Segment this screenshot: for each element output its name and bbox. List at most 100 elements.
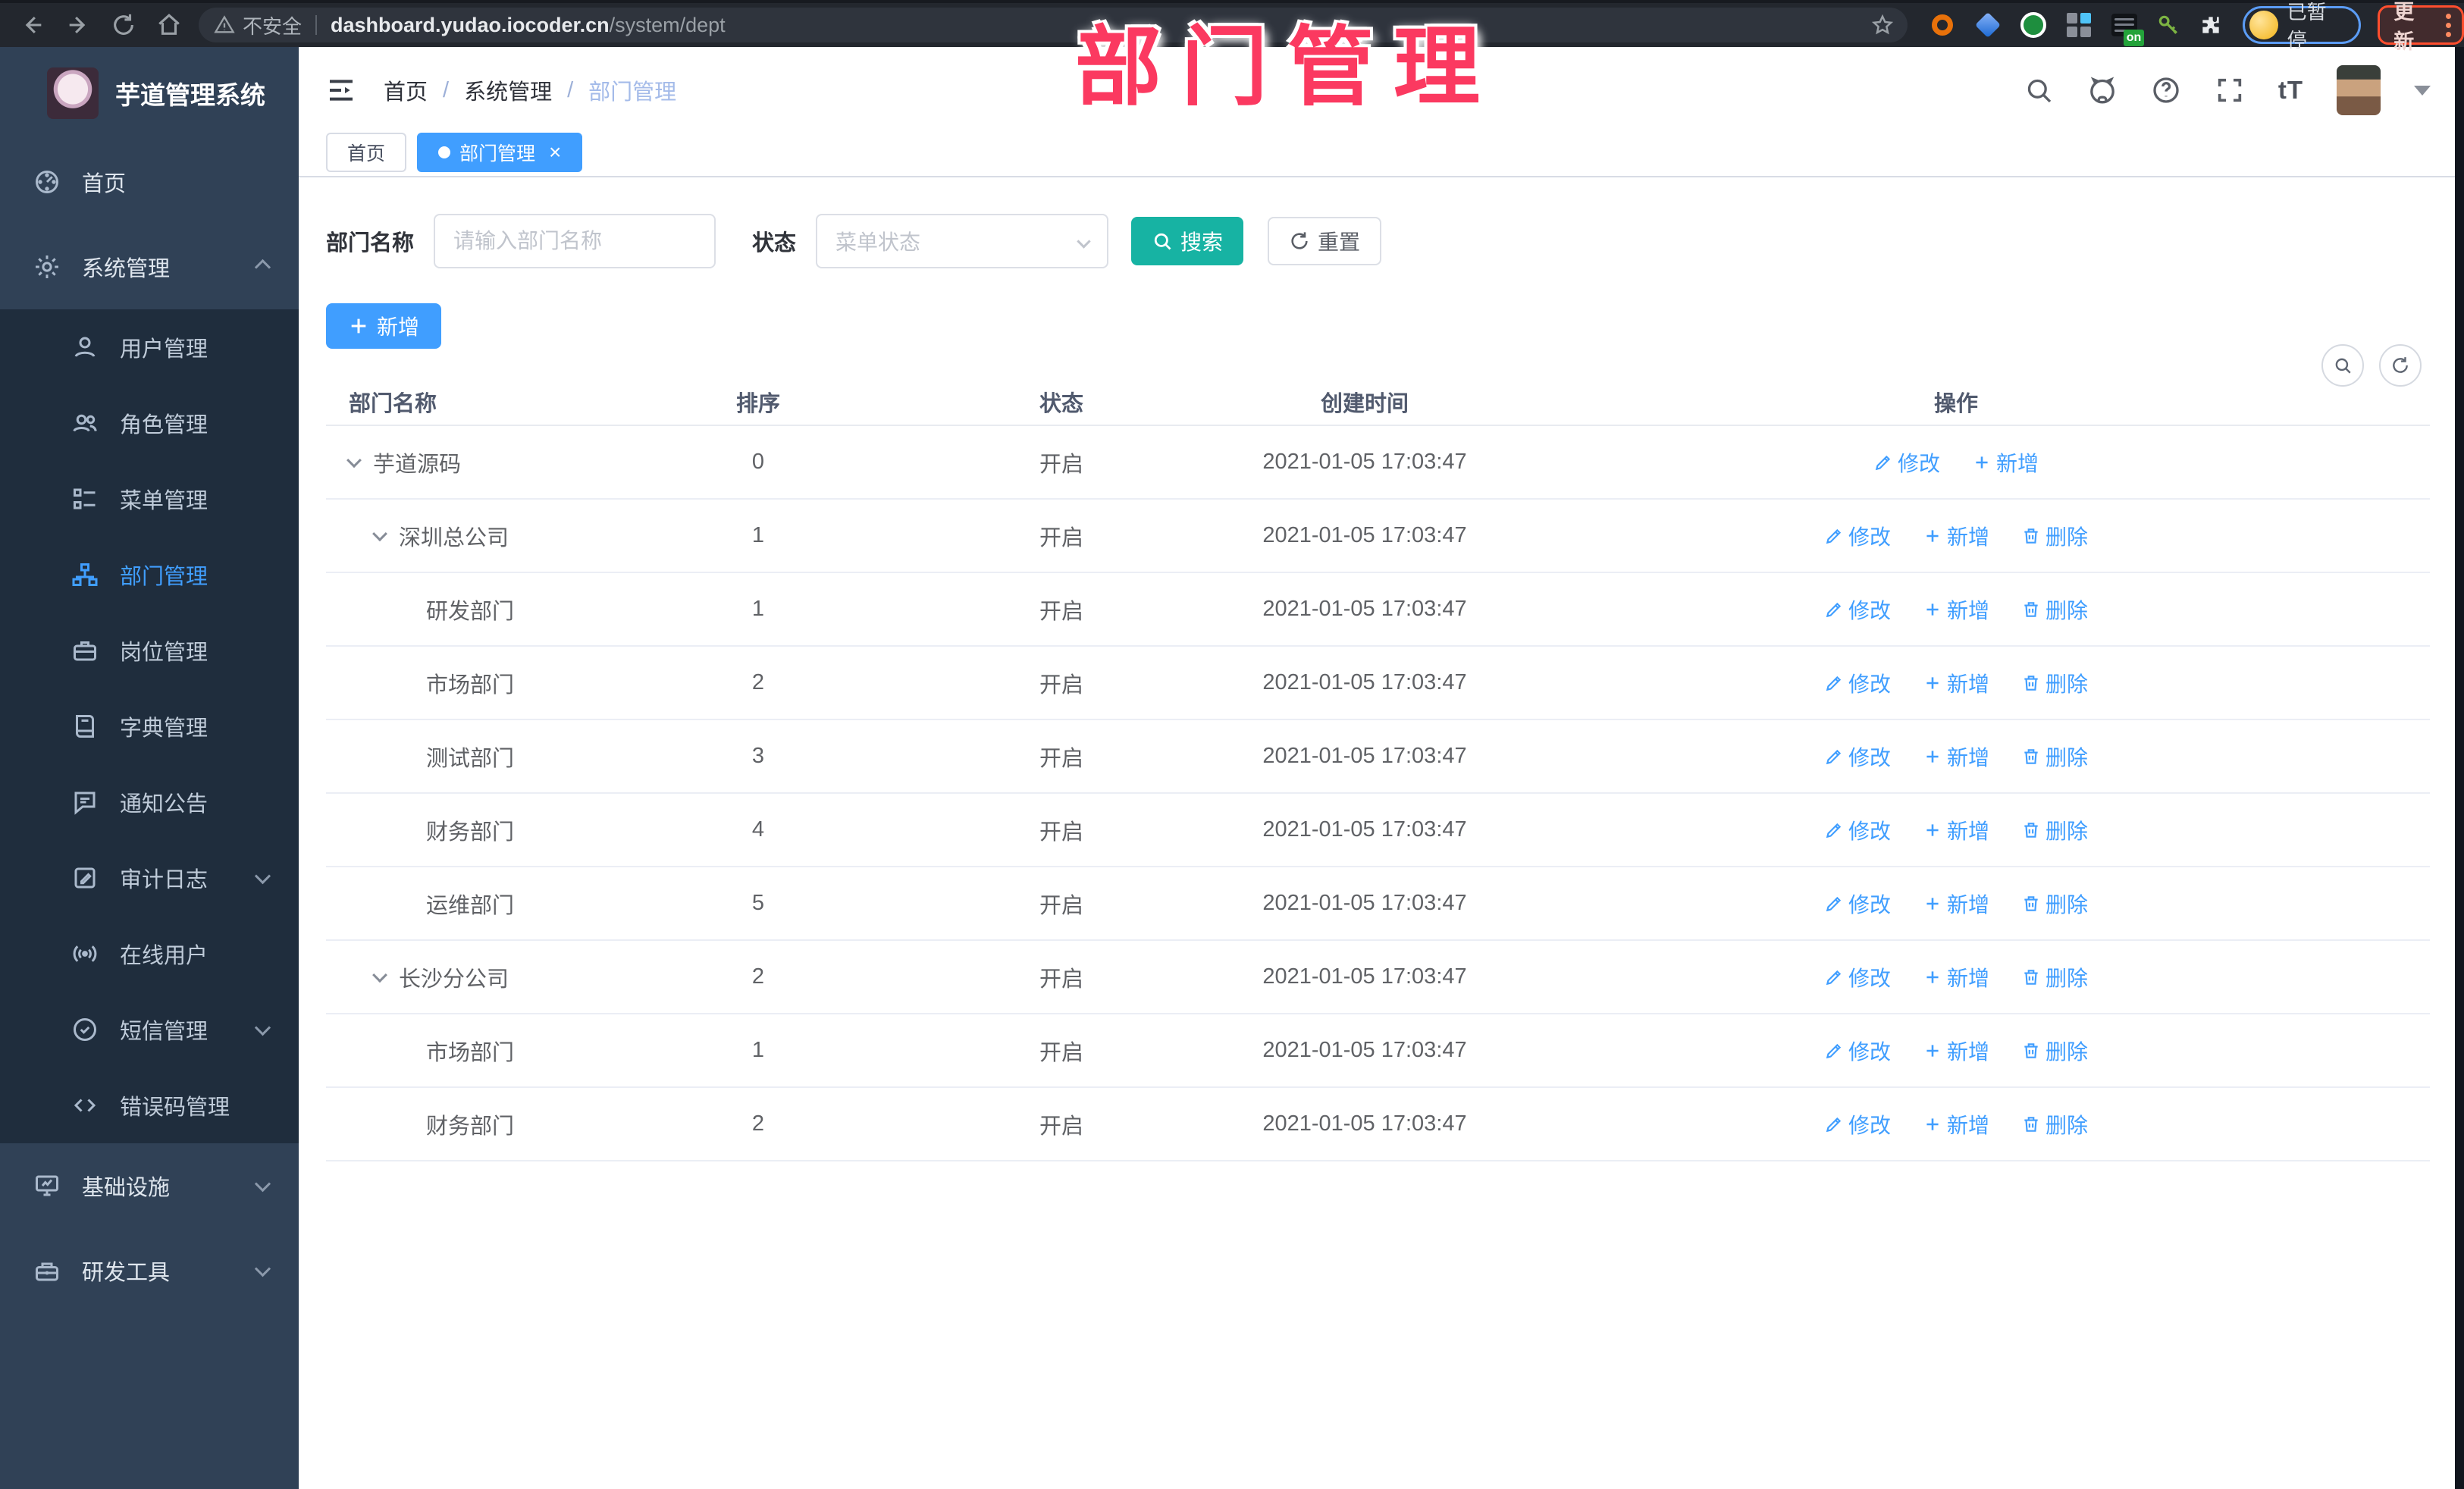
tab-departments[interactable]: 部门管理 × (417, 133, 583, 172)
dept-name-input[interactable] (434, 214, 716, 268)
home-icon[interactable] (156, 12, 182, 38)
collapse-sidebar-icon[interactable] (324, 75, 358, 105)
sidebar-item-dict[interactable]: 字典管理 (0, 688, 299, 764)
toggle-search-button[interactable] (2321, 344, 2364, 387)
sidebar-item-roles[interactable]: 角色管理 (0, 385, 299, 461)
collapse-row-icon[interactable] (346, 452, 362, 468)
help-icon[interactable] (2151, 75, 2181, 105)
tab-home[interactable]: 首页 (326, 133, 407, 172)
sidebar-item-sms[interactable]: 短信管理 (0, 992, 299, 1067)
sidebar-item-dev-tools[interactable]: 研发工具 (0, 1228, 299, 1313)
edit-link[interactable]: 修改 (1824, 521, 1891, 551)
breadcrumb-system[interactable]: 系统管理 (464, 74, 552, 106)
sidebar-item-error-codes[interactable]: 错误码管理 (0, 1067, 299, 1143)
plus-icon (1926, 750, 1939, 763)
sidebar-item-system[interactable]: 系统管理 (0, 224, 299, 309)
delete-link[interactable]: 删除 (2021, 741, 2088, 772)
reset-button[interactable]: 重置 (1268, 217, 1382, 265)
sidebar-item-infrastructure[interactable]: 基础设施 (0, 1143, 299, 1228)
status-value: 开启 (1039, 967, 1083, 992)
audit-log-icon (74, 867, 96, 889)
dept-name: 财务部门 (426, 820, 515, 845)
add-child-link[interactable]: 新增 (1923, 815, 1989, 845)
table-row: 测试部门 3 开启 2021-01-05 17:03:47 修改 新增 删除 (326, 720, 2430, 794)
search-button[interactable]: 搜索 (1131, 217, 1244, 265)
search-icon[interactable] (2024, 75, 2054, 105)
add-child-link[interactable]: 新增 (1923, 962, 1989, 992)
bookmark-star-icon[interactable] (1871, 14, 1894, 36)
add-child-link[interactable]: 新增 (1923, 594, 1989, 625)
back-icon[interactable] (20, 12, 45, 38)
sidebar-item-notice[interactable]: 通知公告 (0, 764, 299, 840)
browser-profile-chip[interactable]: 已暂停 (2243, 1, 2362, 52)
sidebar-item-users[interactable]: 用户管理 (0, 309, 299, 385)
user-icon (74, 337, 96, 357)
extension-green-icon[interactable] (2020, 11, 2047, 39)
add-department-button[interactable]: 新增 (326, 303, 441, 349)
sidebar-item-audit-log[interactable]: 审计日志 (0, 840, 299, 916)
org-tree-icon (72, 563, 98, 586)
status-select[interactable]: 菜单状态 (816, 214, 1109, 268)
add-child-link[interactable]: 新增 (1923, 1036, 1989, 1066)
trash-icon (2024, 748, 2038, 764)
fullscreen-icon[interactable] (2215, 75, 2245, 105)
add-child-link[interactable]: 新增 (1923, 521, 1989, 551)
sidebar-item-menus[interactable]: 菜单管理 (0, 461, 299, 537)
reload-icon[interactable] (111, 12, 136, 38)
delete-link[interactable]: 删除 (2021, 594, 2088, 625)
extension-grid-icon[interactable] (2065, 11, 2093, 39)
delete-link[interactable]: 删除 (2021, 889, 2088, 919)
edit-link[interactable]: 修改 (1824, 815, 1891, 845)
delete-link[interactable]: 删除 (2021, 815, 2088, 845)
extension-list-icon[interactable]: on (2111, 11, 2145, 46)
sidebar-item-online-users[interactable]: 在线用户 (0, 916, 299, 992)
edit-link[interactable]: 修改 (1873, 447, 1940, 478)
kebab-menu-icon[interactable] (2446, 13, 2451, 37)
gear-icon (36, 255, 58, 278)
edit-link[interactable]: 修改 (1824, 741, 1891, 772)
avatar-caret-icon[interactable] (2414, 85, 2431, 96)
user-avatar[interactable] (2337, 65, 2381, 115)
collapse-row-icon[interactable] (372, 525, 387, 541)
extension-key-icon[interactable] (2156, 13, 2180, 37)
delete-link[interactable]: 删除 (2021, 1109, 2088, 1139)
edit-link[interactable]: 修改 (1824, 962, 1891, 992)
address-bar[interactable]: 不安全 dashboard.yudao.iocoder.cn /system/d… (199, 8, 1908, 42)
refresh-table-button[interactable] (2379, 344, 2422, 387)
extension-orange-icon[interactable] (1929, 11, 1956, 39)
add-child-link[interactable]: 新增 (1972, 447, 2039, 478)
edit-link[interactable]: 修改 (1824, 668, 1891, 698)
close-tab-icon[interactable]: × (549, 142, 561, 163)
extension-gem-icon[interactable] (1974, 11, 2002, 39)
browser-update-button[interactable]: 更新 (2378, 1, 2464, 53)
sidebar-item-home[interactable]: 首页 (0, 139, 299, 224)
extensions-row: on (1929, 11, 2223, 46)
delete-link[interactable]: 删除 (2021, 521, 2088, 551)
page-scrollbar[interactable] (2455, 47, 2464, 1489)
created-time: 2021-01-05 17:03:47 (1262, 1111, 1467, 1136)
delete-link[interactable]: 删除 (2021, 1036, 2088, 1066)
forward-icon[interactable] (65, 12, 91, 38)
add-child-link[interactable]: 新增 (1923, 889, 1989, 919)
font-size-icon[interactable]: tT (2278, 76, 2303, 105)
add-child-link[interactable]: 新增 (1923, 741, 1989, 772)
app-logo[interactable]: 芋道管理系统 (0, 47, 299, 139)
delete-link[interactable]: 删除 (2021, 962, 2088, 992)
message-icon (74, 792, 96, 815)
edit-pencil-icon (1826, 528, 1842, 544)
dept-name: 运维部门 (426, 893, 515, 918)
github-icon[interactable] (2087, 75, 2118, 105)
breadcrumb-home[interactable]: 首页 (384, 74, 428, 106)
sidebar-item-departments[interactable]: 部门管理 (0, 537, 299, 613)
delete-link[interactable]: 删除 (2021, 668, 2088, 698)
extensions-puzzle-icon[interactable] (2199, 13, 2223, 37)
edit-link[interactable]: 修改 (1824, 889, 1891, 919)
add-child-link[interactable]: 新增 (1923, 668, 1989, 698)
edit-link[interactable]: 修改 (1824, 1036, 1891, 1066)
collapse-row-icon[interactable] (372, 967, 387, 983)
sidebar-item-posts[interactable]: 岗位管理 (0, 613, 299, 688)
plus-icon (1926, 676, 1939, 689)
edit-link[interactable]: 修改 (1824, 594, 1891, 625)
edit-link[interactable]: 修改 (1824, 1109, 1891, 1139)
add-child-link[interactable]: 新增 (1923, 1109, 1989, 1139)
